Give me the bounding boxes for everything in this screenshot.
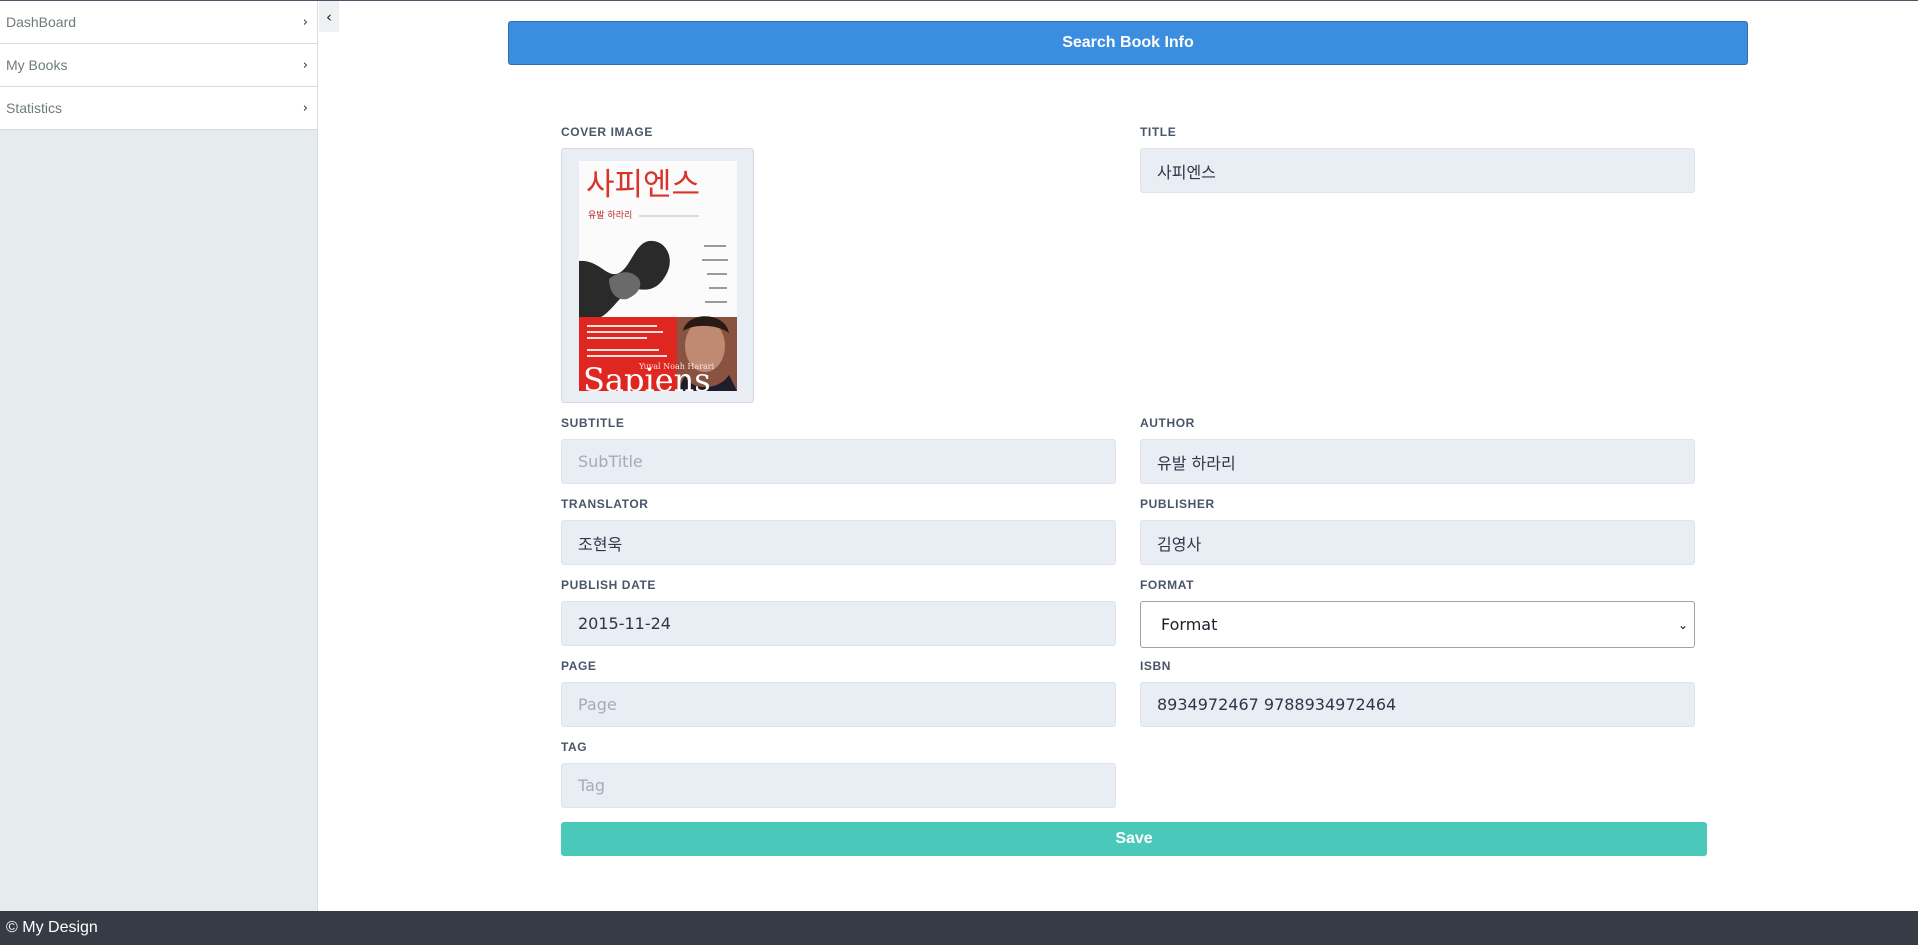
cover-image-label: COVER IMAGE	[561, 125, 653, 139]
save-button[interactable]: Save	[561, 822, 1707, 856]
search-button-label: Search Book Info	[1062, 34, 1194, 51]
cover-title-text: 사피엔스	[586, 167, 700, 203]
translator-label: TRANSLATOR	[561, 497, 649, 511]
sidebar-collapse-button[interactable]: ‹	[319, 1, 339, 32]
page-input[interactable]	[561, 682, 1116, 727]
isbn-label: ISBN	[1140, 659, 1172, 673]
cover-english-author: Yuval Noah Harari	[638, 362, 715, 371]
author-label: AUTHOR	[1140, 416, 1195, 430]
footer: © My Design	[0, 911, 1918, 945]
cover-author-text: 유발 하라리	[588, 210, 632, 221]
author-input[interactable]	[1140, 439, 1695, 484]
isbn-input[interactable]	[1140, 682, 1695, 727]
chevron-right-icon: ›	[302, 57, 308, 73]
publish-date-input[interactable]	[561, 601, 1116, 646]
tag-label: TAG	[561, 740, 588, 754]
format-selected-value: Format	[1161, 615, 1218, 634]
save-button-label: Save	[1115, 830, 1153, 847]
chevron-left-icon: ‹	[326, 7, 332, 26]
subtitle-input[interactable]	[561, 439, 1116, 484]
publisher-input[interactable]	[1140, 520, 1695, 565]
sidebar-item-label: Statistics	[6, 100, 63, 116]
subtitle-label: SUBTITLE	[561, 416, 625, 430]
format-label: FORMAT	[1140, 578, 1195, 592]
sidebar-item-statistics[interactable]: Statistics ›	[0, 87, 317, 130]
footer-text: © My Design	[6, 919, 98, 936]
title-input[interactable]	[1140, 148, 1695, 193]
format-select[interactable]: Format ⌄	[1140, 601, 1695, 648]
chevron-right-icon: ›	[302, 14, 308, 30]
title-label: TITLE	[1140, 125, 1177, 139]
sidebar: DashBoard › My Books › Statistics ›	[0, 1, 318, 911]
publish-date-label: PUBLISH DATE	[561, 578, 656, 592]
cover-image-box[interactable]: 사피엔스 유발 하라리 Sapiens Yuval Noah Harari	[561, 148, 754, 403]
translator-input[interactable]	[561, 520, 1116, 565]
search-book-info-button[interactable]: Search Book Info	[508, 21, 1748, 65]
sidebar-item-dashboard[interactable]: DashBoard ›	[0, 1, 317, 44]
sidebar-item-my-books[interactable]: My Books ›	[0, 44, 317, 87]
sidebar-item-label: DashBoard	[6, 14, 77, 30]
tag-input[interactable]	[561, 763, 1116, 808]
chevron-right-icon: ›	[302, 100, 308, 116]
publisher-label: PUBLISHER	[1140, 497, 1215, 511]
sidebar-item-label: My Books	[6, 57, 68, 73]
cover-image: 사피엔스 유발 하라리 Sapiens Yuval Noah Harari	[579, 161, 737, 391]
chevron-down-icon: ⌄	[1677, 617, 1688, 632]
page-label: PAGE	[561, 659, 597, 673]
